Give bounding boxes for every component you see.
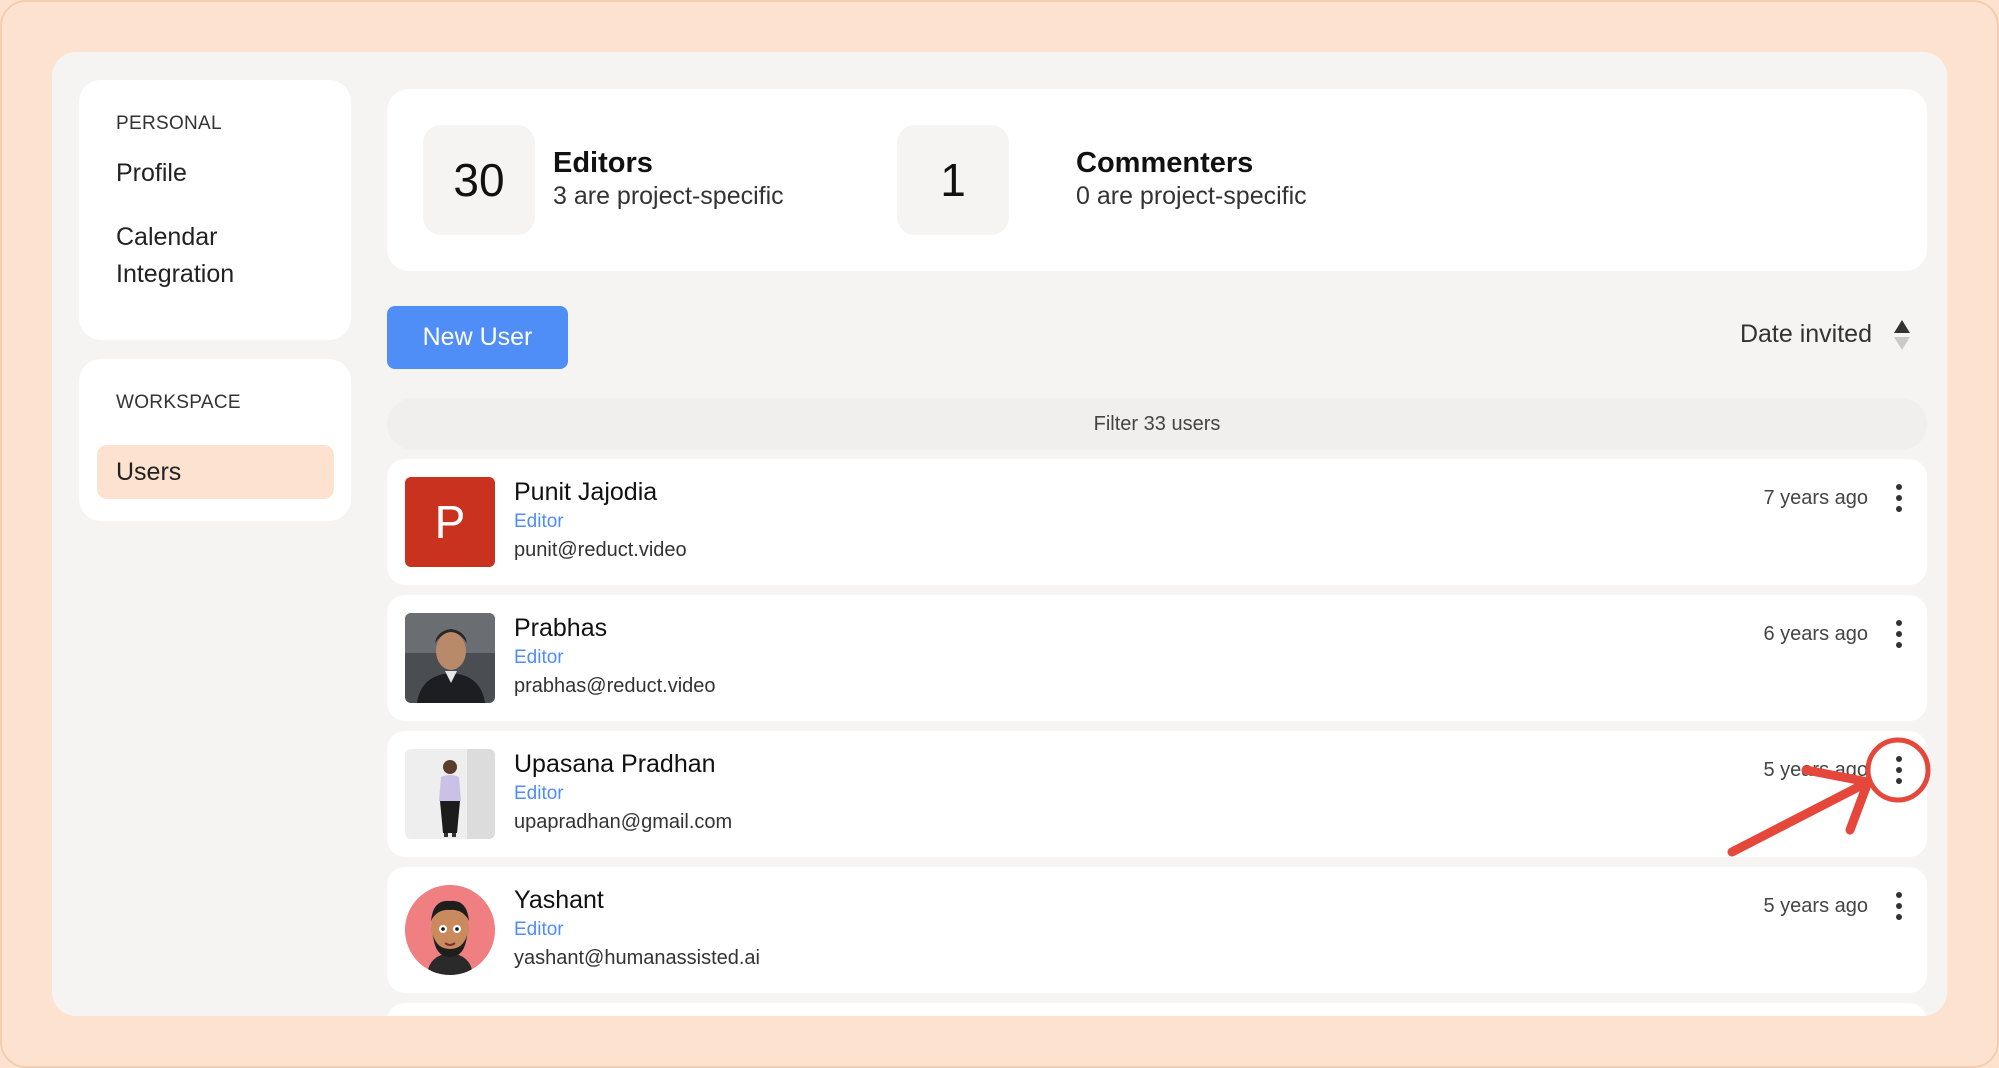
user-email: yashant@humanassisted.ai: [514, 947, 760, 969]
commenters-title: Commenters: [1076, 147, 1254, 179]
app-window: PERSONAL Profile Calendar Integration WO…: [52, 52, 1947, 1016]
sidebar-item-calendar-integration-line-1: Calendar: [116, 223, 218, 251]
user-name: Punit Jajodia: [514, 478, 658, 506]
avatar: P: [405, 477, 495, 567]
sidebar-heading-workspace: WORKSPACE: [116, 392, 241, 413]
user-name: Yashant: [514, 886, 604, 914]
user-email: prabhas@reduct.video: [514, 675, 716, 697]
user-invited-time: 5 years ago: [1763, 895, 1868, 917]
user-row[interactable]: P Punit Jajodia Editor punit@reduct.vide…: [387, 459, 1927, 585]
user-invited-time: 6 years ago: [1763, 623, 1868, 645]
user-row[interactable]: Yashant Editor yashant@humanassisted.ai …: [387, 867, 1927, 993]
sidebar-heading-personal: PERSONAL: [116, 113, 222, 134]
avatar: [405, 885, 495, 975]
more-options-icon[interactable]: [1889, 481, 1909, 517]
user-photo-icon: [405, 749, 495, 839]
user-email: upapradhan@gmail.com: [514, 811, 733, 833]
sidebar-workspace-section: WORKSPACE Users: [79, 359, 351, 521]
sidebar-item-calendar-integration[interactable]: Calendar Integration: [116, 219, 234, 293]
editors-title: Editors: [553, 147, 653, 179]
editors-subtitle: 3 are project-specific: [553, 182, 784, 210]
user-row-partial: [387, 1003, 1927, 1016]
sidebar-item-calendar-integration-line-2: Integration: [116, 260, 235, 288]
more-options-icon[interactable]: [1889, 617, 1909, 653]
user-row[interactable]: Upasana Pradhan Editor upapradhan@gmail.…: [387, 731, 1927, 857]
user-row[interactable]: Prabhas Editor prabhas@reduct.video 6 ye…: [387, 595, 1927, 721]
user-name: Prabhas: [514, 614, 608, 642]
user-role: Editor: [514, 511, 564, 532]
commenters-count: 1: [897, 125, 1009, 235]
user-role: Editor: [514, 783, 564, 804]
new-user-button[interactable]: New User: [387, 306, 568, 369]
sidebar-item-profile[interactable]: Profile: [116, 155, 187, 192]
user-stats-card: 30 Editors 3 are project-specific 1 Comm…: [387, 89, 1927, 271]
user-email: punit@reduct.video: [514, 539, 687, 561]
more-options-icon[interactable]: [1889, 889, 1909, 925]
avatar: [405, 613, 495, 703]
sort-toggle-icon[interactable]: [1892, 318, 1912, 352]
user-photo-icon: [405, 613, 495, 703]
user-name: Upasana Pradhan: [514, 750, 716, 778]
sidebar-personal-section: PERSONAL Profile Calendar Integration: [79, 80, 351, 340]
user-role: Editor: [514, 919, 564, 940]
sort-by-label[interactable]: Date invited: [1740, 320, 1872, 349]
filter-users-input[interactable]: [387, 398, 1927, 450]
cartoon-avatar-icon: [405, 885, 495, 975]
commenters-subtitle: 0 are project-specific: [1076, 182, 1307, 210]
more-options-icon[interactable]: [1889, 753, 1909, 789]
user-role: Editor: [514, 647, 564, 668]
avatar: [405, 749, 495, 839]
sidebar-item-users[interactable]: Users: [97, 445, 334, 499]
editors-count: 30: [423, 125, 535, 235]
user-invited-time: 5 years ago: [1763, 759, 1868, 781]
user-invited-time: 7 years ago: [1763, 487, 1868, 509]
